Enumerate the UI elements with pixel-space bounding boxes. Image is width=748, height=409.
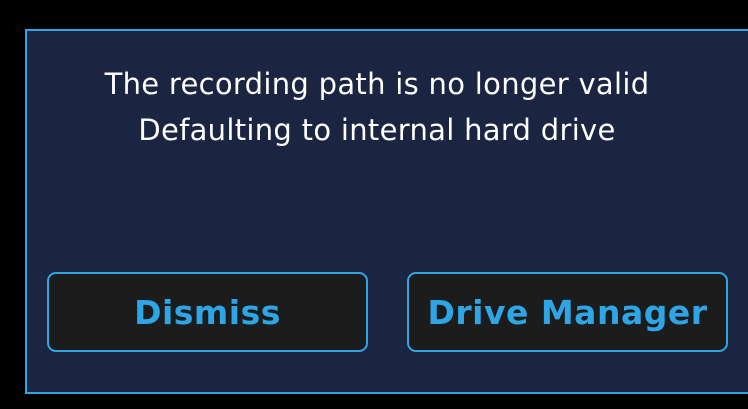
- message-line-1: The recording path is no longer valid: [104, 67, 650, 101]
- dismiss-button[interactable]: Dismiss: [47, 272, 368, 352]
- alert-dialog: The recording path is no longer valid De…: [25, 29, 748, 394]
- drive-manager-button[interactable]: Drive Manager: [407, 272, 728, 352]
- dialog-message: The recording path is no longer valid De…: [27, 61, 727, 153]
- message-line-2: Defaulting to internal hard drive: [138, 113, 616, 147]
